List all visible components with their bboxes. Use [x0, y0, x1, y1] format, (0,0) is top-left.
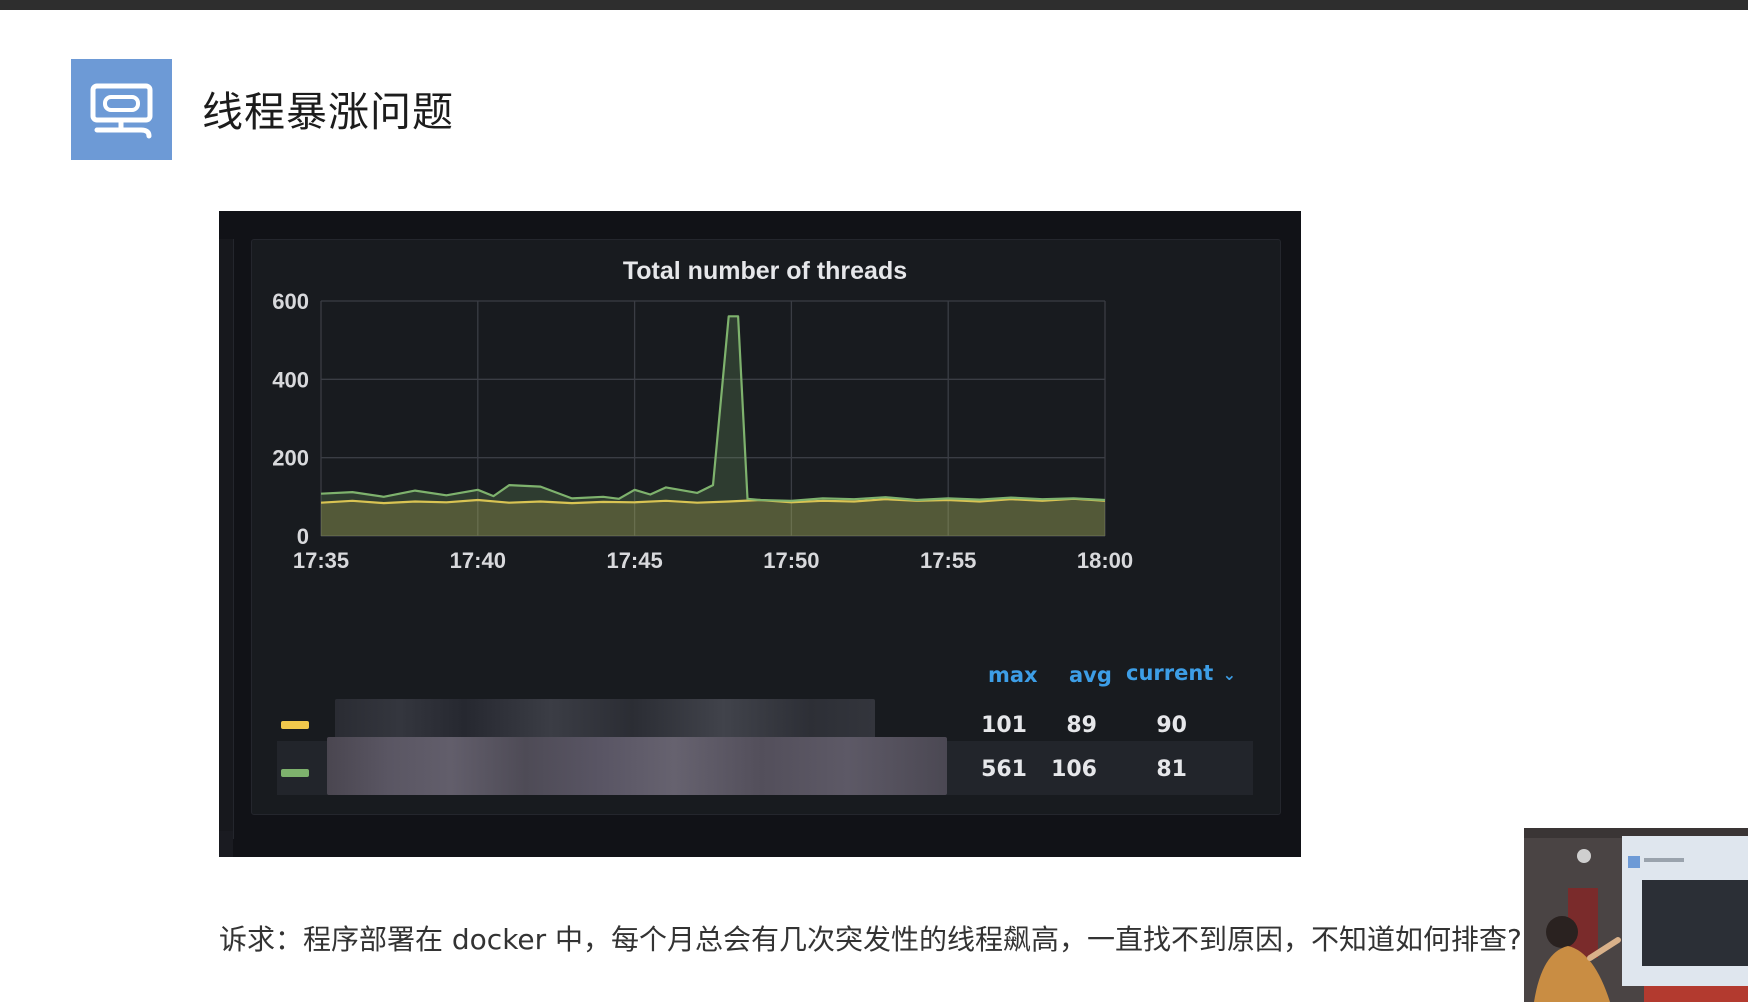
presenter-webcam-overlay — [1524, 828, 1748, 1002]
legend-header-avg[interactable]: avg — [1069, 663, 1112, 687]
presentation-board-icon — [71, 59, 172, 160]
series-2-swatch — [281, 769, 309, 777]
series-2-line — [320, 315, 1106, 502]
x-tick-label-1: 17:40 — [450, 548, 506, 573]
grafana-screenshot: Total number of threads 0 200 400 600 17:35… — [219, 211, 1301, 857]
x-tick-label-4: 17:55 — [920, 548, 976, 573]
series-1-current: 90 — [1156, 713, 1187, 738]
chart-title: Total number of threads — [623, 257, 907, 285]
y-axis: 0 200 400 600 — [272, 289, 309, 549]
series-1-avg: 89 — [1066, 713, 1097, 738]
series-2-area — [321, 316, 1105, 536]
y-tick-label-2: 400 — [272, 367, 309, 392]
chevron-down-icon: ⌄ — [1222, 665, 1237, 684]
legend-header-current[interactable]: current ⌄ — [1126, 661, 1236, 685]
legend-header-current-label: current — [1126, 661, 1214, 685]
y-tick-label-3: 600 — [272, 289, 309, 314]
series-2-label-redacted — [327, 737, 947, 795]
slide-title: 线程暴涨问题 — [202, 88, 454, 136]
legend-header-max[interactable]: max — [988, 663, 1038, 687]
y-tick-label-0: 0 — [297, 524, 309, 549]
x-tick-label-3: 17:50 — [763, 548, 819, 573]
x-axis: 17:35 17:40 17:45 17:50 17:55 18:00 — [293, 548, 1133, 573]
series-2-max: 561 — [981, 757, 1027, 782]
series-layer — [320, 315, 1106, 536]
x-tick-label-5: 18:00 — [1077, 548, 1133, 573]
series-1-swatch — [281, 721, 309, 729]
legend-row-2[interactable]: 561 106 81 — [277, 737, 1253, 795]
series-2-current: 81 — [1156, 757, 1187, 782]
slide-caption: 诉求：程序部署在 docker 中，每个月总会有几次突发性的线程飙高，一直找不到… — [219, 923, 1522, 956]
window-top-bar — [0, 0, 1748, 10]
series-2-avg: 106 — [1051, 757, 1097, 782]
series-1-max: 101 — [981, 713, 1027, 738]
x-tick-label-0: 17:35 — [293, 548, 349, 573]
y-tick-label-1: 200 — [272, 446, 309, 471]
x-tick-label-2: 17:45 — [606, 548, 662, 573]
